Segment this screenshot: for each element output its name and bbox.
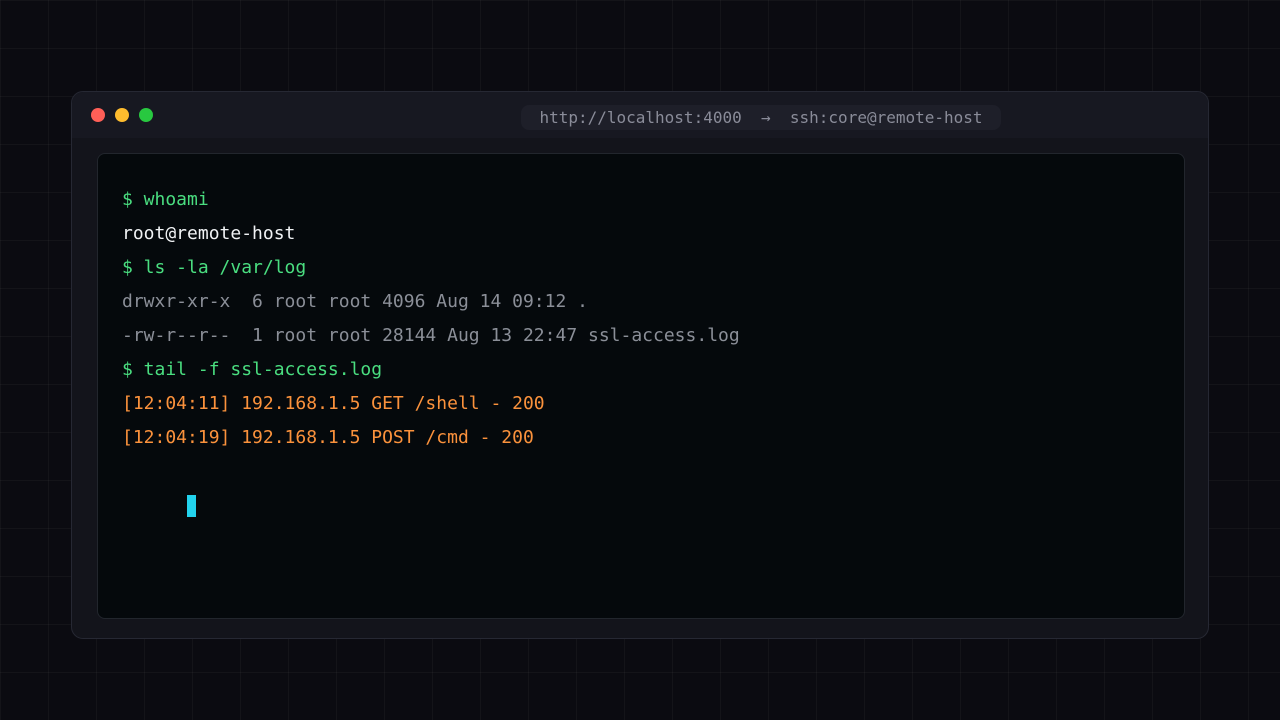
terminal-line-command: $ tail -f ssl-access.log xyxy=(122,359,383,380)
terminal-prompt-line[interactable] xyxy=(122,455,1184,517)
terminal-line-output: root@remote-host xyxy=(122,223,296,244)
terminal-line-command: $ ls -la /var/log xyxy=(122,257,307,278)
terminal-pane[interactable]: $ whoami root@remote-host $ ls -la /var/… xyxy=(97,153,1185,619)
title-bar: http://localhost:4000 → ssh:core@remote-… xyxy=(72,92,1208,138)
address-bar[interactable]: http://localhost:4000 → ssh:core@remote-… xyxy=(521,105,1001,130)
terminal-line-log: [12:04:19] 192.168.1.5 POST /cmd - 200 xyxy=(122,427,534,448)
terminal-window: http://localhost:4000 → ssh:core@remote-… xyxy=(71,91,1209,639)
terminal-cursor xyxy=(187,495,197,517)
minimize-window-button[interactable] xyxy=(115,108,129,122)
maximize-window-button[interactable] xyxy=(139,108,153,122)
terminal-line-command: $ whoami xyxy=(122,189,209,210)
close-window-button[interactable] xyxy=(91,108,105,122)
terminal-line-log: [12:04:11] 192.168.1.5 GET /shell - 200 xyxy=(122,393,545,414)
terminal-line-output: -rw-r--r-- 1 root root 28144 Aug 13 22:4… xyxy=(122,325,740,346)
terminal-line-output: drwxr-xr-x 6 root root 4096 Aug 14 09:12… xyxy=(122,291,588,312)
